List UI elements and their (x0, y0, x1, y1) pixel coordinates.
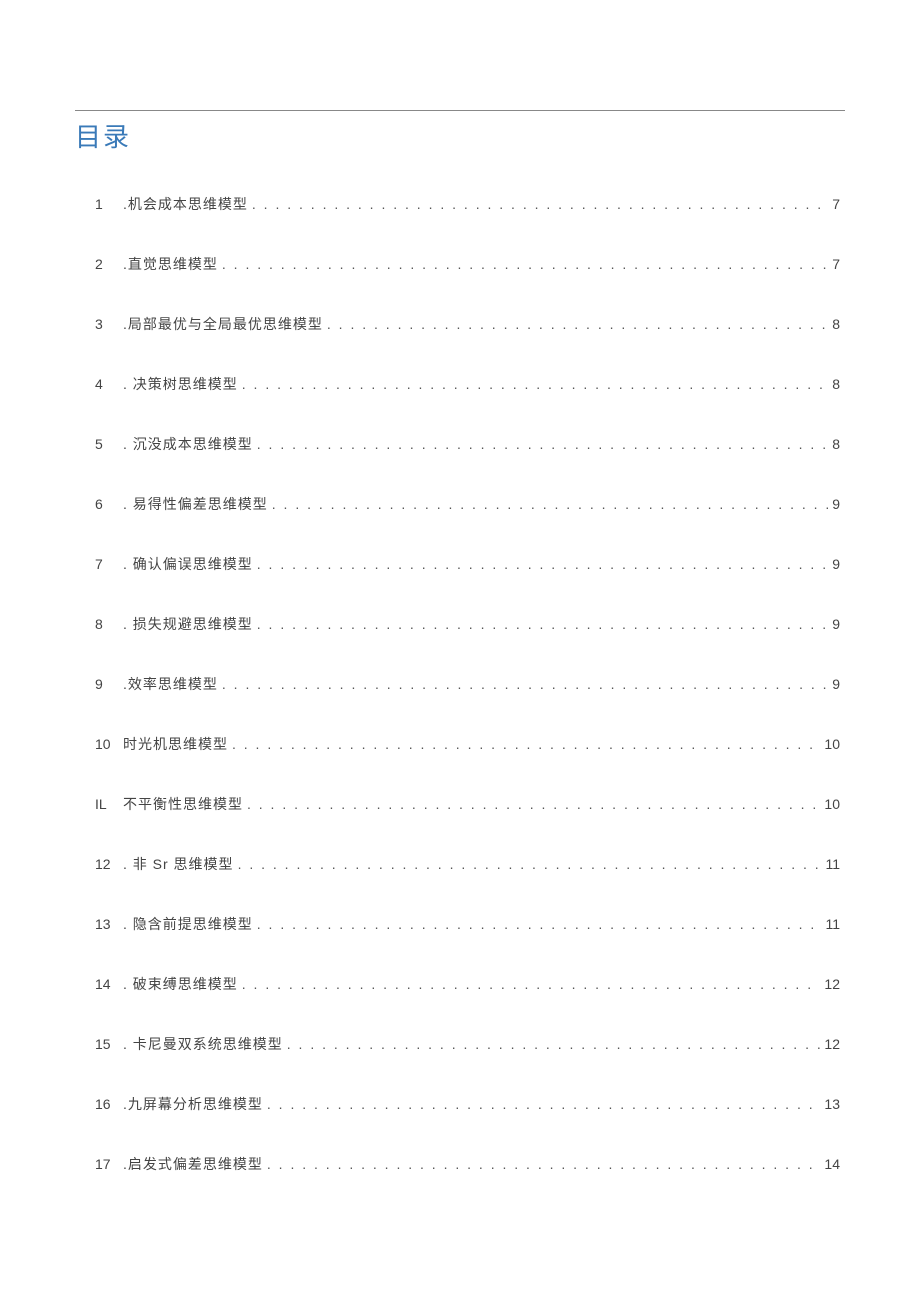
toc-entry-page: 9 (828, 496, 840, 512)
toc-entry: 16 .九屏幕分析思维模型 13 (95, 1094, 840, 1114)
toc-entry: 5. 沉没成本思维模型 8 (95, 434, 840, 454)
toc-entry-number: 17 (95, 1156, 123, 1172)
header-rule (75, 110, 845, 111)
toc-entry-number: 10 (95, 736, 123, 752)
toc-entry: 4. 决策树思维模型 8 (95, 374, 840, 394)
toc-entry-page: 11 (821, 916, 840, 932)
toc-entry-leader (238, 976, 821, 992)
toc-entry-page: 9 (828, 616, 840, 632)
toc-entry-leader (253, 916, 822, 932)
document-page: 目录 1.机会成本思维模型72.直觉思维模型73.局部最优与全局最优思维模型84… (0, 0, 920, 1174)
toc-entry: 13 . 隐含前提思维模型 11 (95, 914, 840, 934)
toc-entry-leader (323, 316, 828, 332)
toc-entry-page: 8 (828, 376, 840, 392)
toc-entry-label: . 卡尼曼双系统思维模型 (123, 1034, 283, 1054)
toc-entry-number: 14 (95, 976, 123, 992)
toc-list: 1.机会成本思维模型72.直觉思维模型73.局部最优与全局最优思维模型84. 决… (75, 194, 845, 1174)
toc-entry-number: 2 (95, 256, 123, 272)
toc-entry: 1.机会成本思维模型 7 (95, 194, 840, 214)
toc-title: 目录 (75, 117, 845, 154)
toc-entry-number: 8 (95, 616, 123, 632)
toc-entry-leader (263, 1096, 821, 1112)
toc-entry-label: .九屏幕分析思维模型 (123, 1094, 263, 1114)
toc-entry-number: 9 (95, 676, 123, 692)
toc-entry-leader (243, 796, 820, 812)
toc-entry-label: .效率思维模型 (123, 674, 218, 694)
toc-entry-label: .机会成本思维模型 (123, 194, 248, 214)
toc-entry: 10时光机思维模型10 (95, 734, 840, 754)
toc-entry-leader (253, 616, 828, 632)
toc-entry-page: 10 (820, 736, 840, 752)
toc-entry-page: 7 (828, 196, 840, 212)
toc-entry-number: 3 (95, 316, 123, 332)
toc-entry-number: 13 (95, 916, 123, 932)
toc-entry-page: 12 (820, 976, 840, 992)
toc-entry-label: . 隐含前提思维模型 (123, 914, 253, 934)
toc-entry-number: 7 (95, 556, 123, 572)
toc-entry-label: . 损失规避思维模型 (123, 614, 253, 634)
toc-entry-number: 6 (95, 496, 123, 512)
toc-entry-label: .局部最优与全局最优思维模型 (123, 314, 323, 334)
toc-entry-leader (283, 1036, 821, 1052)
toc-entry-page: 12 (820, 1036, 840, 1052)
toc-entry-leader (228, 736, 820, 752)
toc-entry-page: 13 (820, 1096, 840, 1112)
toc-entry-page: 14 (820, 1156, 840, 1172)
toc-entry-page: 8 (828, 436, 840, 452)
toc-entry-leader (218, 676, 828, 692)
toc-entry: 2.直觉思维模型 7 (95, 254, 840, 274)
toc-entry-leader (263, 1156, 821, 1172)
toc-entry-label: .直觉思维模型 (123, 254, 218, 274)
toc-entry: 17 .启发式偏差思维模型 14 (95, 1154, 840, 1174)
toc-entry-leader (218, 256, 828, 272)
toc-entry-page: 11 (821, 856, 840, 872)
toc-entry-leader (238, 376, 828, 392)
toc-entry-label: 时光机思维模型 (123, 734, 228, 754)
toc-entry-leader (268, 496, 828, 512)
toc-entry-number: 16 (95, 1096, 123, 1112)
toc-entry: IL不平衡性思维模型 10 (95, 794, 840, 814)
toc-entry-label: 不平衡性思维模型 (123, 794, 243, 814)
toc-entry: 6. 易得性偏差思维模型 9 (95, 494, 840, 514)
toc-entry: 14 . 破束缚思维模型 12 (95, 974, 840, 994)
toc-entry-number: 1 (95, 196, 123, 212)
toc-entry: 9.效率思维模型9 (95, 674, 840, 694)
toc-entry-leader (253, 556, 828, 572)
toc-entry-label: . 易得性偏差思维模型 (123, 494, 268, 514)
toc-entry-label: . 破束缚思维模型 (123, 974, 238, 994)
toc-entry-leader (234, 856, 822, 872)
toc-entry: 12 . 非 Sr 思维模型 11 (95, 854, 840, 874)
toc-entry-label: .启发式偏差思维模型 (123, 1154, 263, 1174)
toc-entry-page: 9 (828, 556, 840, 572)
toc-entry-leader (248, 196, 828, 212)
toc-entry-label: . 决策树思维模型 (123, 374, 238, 394)
toc-entry-number: 15 (95, 1036, 123, 1052)
toc-entry-page: 9 (828, 676, 840, 692)
toc-entry: 7. 确认偏误思维模型 9 (95, 554, 840, 574)
toc-entry-page: 8 (828, 316, 840, 332)
toc-entry-leader (253, 436, 828, 452)
toc-entry-page: 7 (828, 256, 840, 272)
toc-entry: 3.局部最优与全局最优思维模型 8 (95, 314, 840, 334)
toc-entry-page: 10 (820, 796, 840, 812)
toc-entry: 8. 损失规避思维模型 9 (95, 614, 840, 634)
toc-entry-label: . 沉没成本思维模型 (123, 434, 253, 454)
toc-entry-number: 5 (95, 436, 123, 452)
toc-entry-label: . 非 Sr 思维模型 (123, 854, 234, 874)
toc-entry-number: 4 (95, 376, 123, 392)
toc-entry-number: 12 (95, 856, 123, 872)
toc-entry-number: IL (95, 796, 123, 812)
toc-entry: 15 . 卡尼曼双系统思维模型 12 (95, 1034, 840, 1054)
toc-entry-label: . 确认偏误思维模型 (123, 554, 253, 574)
